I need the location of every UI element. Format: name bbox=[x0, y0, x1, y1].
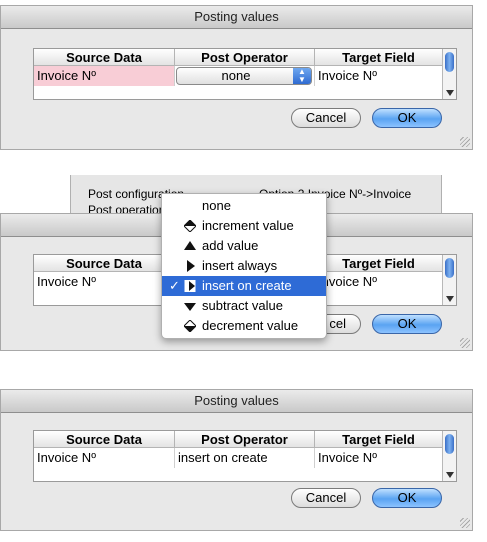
menu-item-none[interactable]: none bbox=[162, 196, 326, 216]
post-operator-cell[interactable]: insert on create bbox=[175, 448, 315, 468]
insert-on-create-icon bbox=[184, 280, 196, 292]
dialog-title: Posting values bbox=[1, 390, 472, 413]
source-data-cell[interactable]: Invoice Nº bbox=[34, 448, 175, 468]
decrement-icon bbox=[184, 320, 196, 332]
post-operator-value: none bbox=[221, 68, 251, 83]
post-operator-cell[interactable]: none ▲ ▼ bbox=[175, 66, 315, 86]
source-data-cell[interactable]: Invoice Nº bbox=[34, 272, 175, 292]
vertical-scrollbar[interactable] bbox=[442, 49, 456, 99]
ok-button[interactable]: OK bbox=[372, 314, 442, 334]
vertical-scrollbar[interactable] bbox=[442, 431, 456, 481]
increment-icon bbox=[184, 220, 196, 232]
add-icon bbox=[184, 241, 196, 250]
checkmark-icon: ✓ bbox=[169, 278, 180, 293]
menu-item-add-value[interactable]: add value bbox=[162, 236, 326, 256]
scroll-down-arrow-icon[interactable] bbox=[446, 472, 454, 478]
post-operator-popup[interactable]: none ▲ ▼ bbox=[176, 67, 312, 85]
target-field-cell[interactable]: Invoice Nº bbox=[315, 272, 443, 292]
menu-item-decrement-value[interactable]: decrement value bbox=[162, 316, 326, 336]
ok-button[interactable]: OK bbox=[372, 488, 442, 508]
posting-table: Source Data Post Operator Target Field I… bbox=[33, 430, 457, 482]
column-header-target-field[interactable]: Target Field bbox=[315, 49, 443, 66]
resize-grip-icon[interactable] bbox=[460, 518, 470, 528]
scroll-down-arrow-icon[interactable] bbox=[446, 296, 454, 302]
dialog-title: Posting values bbox=[1, 6, 472, 29]
posting-values-dialog-1: Posting values Source Data Post Operator… bbox=[0, 5, 473, 150]
column-header-target-field[interactable]: Target Field bbox=[315, 255, 443, 272]
target-field-cell[interactable]: Invoice Nº bbox=[315, 448, 443, 468]
column-header-source-data[interactable]: Source Data bbox=[34, 431, 175, 448]
resize-grip-icon[interactable] bbox=[460, 338, 470, 348]
post-operator-menu: none increment value add value insert al… bbox=[161, 193, 327, 339]
subtract-icon bbox=[184, 303, 196, 311]
vertical-scrollbar[interactable] bbox=[442, 255, 456, 305]
cancel-button[interactable]: Cancel bbox=[291, 488, 361, 508]
menu-item-insert-on-create[interactable]: ✓ insert on create bbox=[162, 276, 326, 296]
scroll-thumb[interactable] bbox=[445, 434, 454, 454]
ok-button[interactable]: OK bbox=[372, 108, 442, 128]
menu-item-subtract-value[interactable]: subtract value bbox=[162, 296, 326, 316]
target-field-cell[interactable]: Invoice Nº bbox=[315, 66, 443, 86]
cancel-button[interactable]: Cancel bbox=[291, 108, 361, 128]
scroll-thumb[interactable] bbox=[445, 52, 454, 72]
column-header-source-data[interactable]: Source Data bbox=[34, 49, 175, 66]
column-header-post-operator[interactable]: Post Operator bbox=[175, 431, 315, 448]
resize-grip-icon[interactable] bbox=[460, 137, 470, 147]
column-header-target-field[interactable]: Target Field bbox=[315, 431, 443, 448]
posting-table: Source Data Post Operator Target Field I… bbox=[33, 48, 457, 100]
scroll-down-arrow-icon[interactable] bbox=[446, 90, 454, 96]
source-data-cell[interactable]: Invoice Nº bbox=[34, 66, 175, 86]
menu-item-insert-always[interactable]: insert always bbox=[162, 256, 326, 276]
scroll-thumb[interactable] bbox=[445, 258, 454, 278]
posting-values-dialog-3: Posting values Source Data Post Operator… bbox=[0, 389, 473, 531]
column-header-post-operator[interactable]: Post Operator bbox=[175, 49, 315, 66]
insert-always-icon bbox=[187, 260, 195, 272]
menu-item-increment-value[interactable]: increment value bbox=[162, 216, 326, 236]
column-header-source-data[interactable]: Source Data bbox=[34, 255, 175, 272]
popup-arrows-icon: ▲ ▼ bbox=[293, 68, 311, 84]
